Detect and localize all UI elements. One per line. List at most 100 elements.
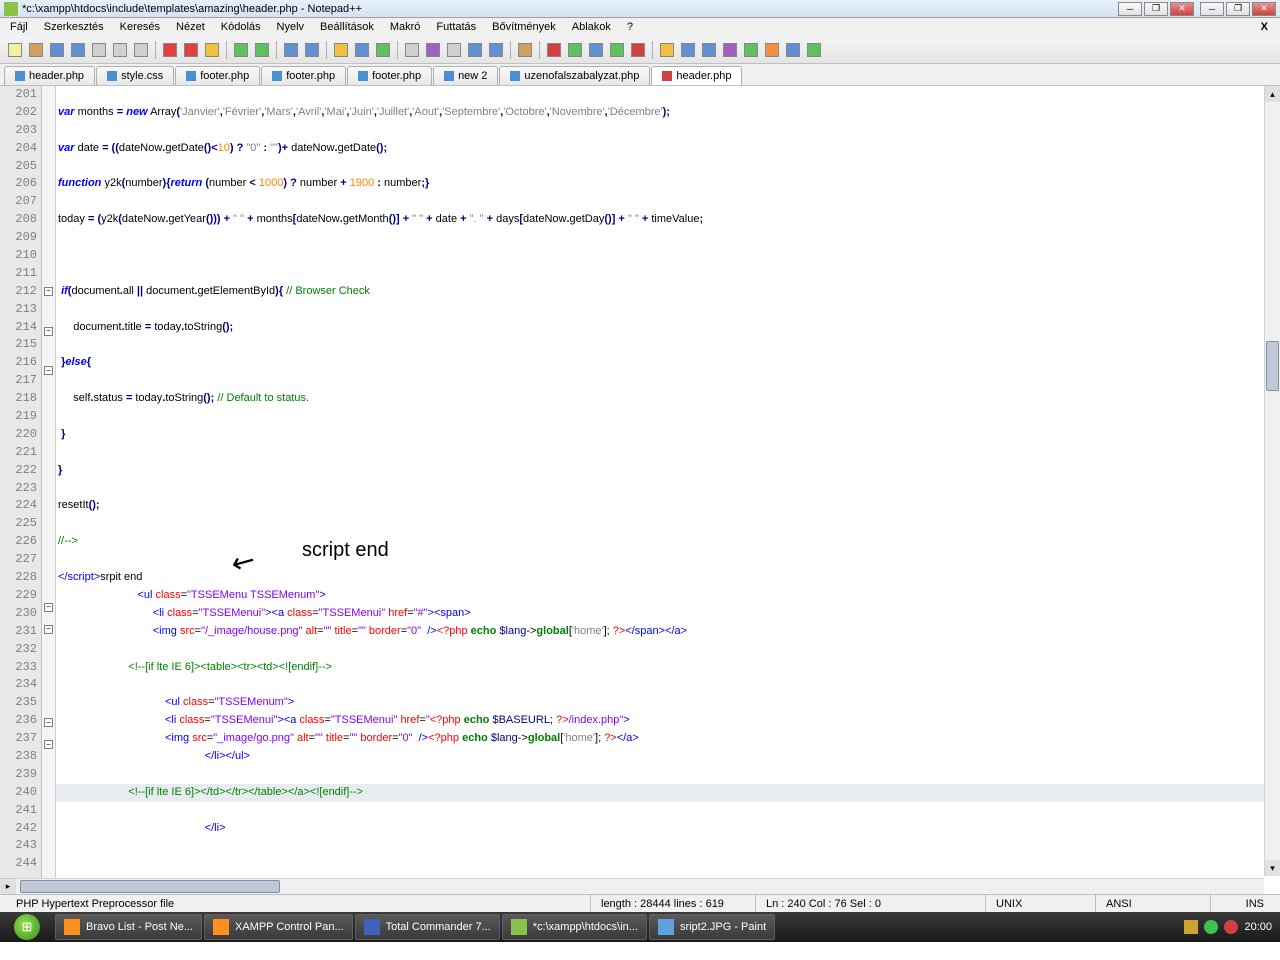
code-line[interactable]: } xyxy=(56,426,1280,444)
close-button[interactable]: ✕ xyxy=(1170,2,1194,16)
code-line[interactable] xyxy=(56,247,1280,265)
panel6-icon[interactable] xyxy=(763,41,781,59)
restore-button[interactable]: ❐ xyxy=(1144,2,1168,16)
menu-futtatás[interactable]: Futtatás xyxy=(430,19,482,35)
fold-toggle[interactable]: − xyxy=(44,625,53,634)
code-line[interactable]: }else{ xyxy=(56,354,1280,372)
tab-footer.php[interactable]: footer.php xyxy=(175,66,260,85)
copy-icon[interactable] xyxy=(182,41,200,59)
minimize-button[interactable]: ─ xyxy=(1118,2,1142,16)
vertical-scrollbar[interactable]: ▴ ▾ xyxy=(1264,86,1280,876)
menu-bővítmények[interactable]: Bővítmények xyxy=(486,19,562,35)
tab-footer.php[interactable]: footer.php xyxy=(347,66,432,85)
menu-kódolás[interactable]: Kódolás xyxy=(215,19,267,35)
scroll-right-button[interactable]: ▸ xyxy=(0,879,16,894)
code-line[interactable]: if(document.all || document.getElementBy… xyxy=(56,283,1280,301)
code-area[interactable]: script end ↙ var months = new Array('Jan… xyxy=(56,86,1280,894)
code-line[interactable]: //--> xyxy=(56,533,1280,551)
play-icon[interactable] xyxy=(566,41,584,59)
open-icon[interactable] xyxy=(27,41,45,59)
menu-close[interactable]: X xyxy=(1253,21,1276,33)
taskbar-button[interactable]: *c:\xampp\htdocs\in... xyxy=(502,914,647,940)
stop-icon[interactable] xyxy=(587,41,605,59)
scroll-thumb[interactable] xyxy=(1266,341,1279,391)
horizontal-scrollbar[interactable]: ◂ ▸ xyxy=(0,878,1264,894)
restore-button-2[interactable]: ❐ xyxy=(1226,2,1250,16)
tab-uzenofalszabalyzat.php[interactable]: uzenofalszabalyzat.php xyxy=(499,66,650,85)
foldopen-icon[interactable] xyxy=(466,41,484,59)
code-line[interactable]: var date = ((dateNow.getDate()<10) ? "0"… xyxy=(56,140,1280,158)
code-line[interactable]: document.title = today.toString(); xyxy=(56,319,1280,337)
code-line[interactable]: <!--[if lte IE 6]></td></tr></table></a>… xyxy=(56,784,1280,802)
code-line[interactable] xyxy=(56,802,1280,820)
taskbar-button[interactable]: sript2.JPG - Paint xyxy=(649,914,775,940)
code-line[interactable]: <li class="TSSEMenui"><a class="TSSEMenu… xyxy=(56,605,1280,623)
code-line[interactable]: self.status = today.toString(); // Defau… xyxy=(56,390,1280,408)
panel7-icon[interactable] xyxy=(784,41,802,59)
code-line[interactable] xyxy=(56,837,1280,855)
code-line[interactable]: resetIt(); xyxy=(56,497,1280,515)
taskbar-button[interactable]: XAMPP Control Pan... xyxy=(204,914,353,940)
new-icon[interactable] xyxy=(6,41,24,59)
panel2-icon[interactable] xyxy=(679,41,697,59)
code-line[interactable]: } xyxy=(56,462,1280,480)
code-line[interactable] xyxy=(56,676,1280,694)
fold-toggle[interactable]: − xyxy=(44,718,53,727)
tab-header.php[interactable]: header.php xyxy=(651,66,742,85)
code-line[interactable]: <li class="TSSEMenui"><a class="TSSEMenu… xyxy=(56,712,1280,730)
tab-new 2[interactable]: new 2 xyxy=(433,66,498,85)
menu-?[interactable]: ? xyxy=(621,19,639,35)
code-line[interactable] xyxy=(56,158,1280,176)
menu-szerkesztés[interactable]: Szerkesztés xyxy=(38,19,110,35)
fold-toggle[interactable]: − xyxy=(44,287,53,296)
paste-icon[interactable] xyxy=(203,41,221,59)
fold-toggle[interactable]: − xyxy=(44,327,53,336)
code-line[interactable] xyxy=(56,122,1280,140)
close-button-2[interactable]: ✕ xyxy=(1252,2,1276,16)
sync-icon[interactable] xyxy=(374,41,392,59)
fold-toggle[interactable]: − xyxy=(44,366,53,375)
code-line[interactable]: var months = new Array('Janvier','Févrie… xyxy=(56,104,1280,122)
code-line[interactable] xyxy=(56,229,1280,247)
code-line[interactable]: <ul class="TSSEMenum"> xyxy=(56,694,1280,712)
folder-icon[interactable] xyxy=(516,41,534,59)
fold-icon[interactable] xyxy=(487,41,505,59)
code-line[interactable]: function y2k(number){return (number < 10… xyxy=(56,175,1280,193)
tab-style.css[interactable]: style.css xyxy=(96,66,174,85)
menu-nézet[interactable]: Nézet xyxy=(170,19,211,35)
scroll-up-button[interactable]: ▴ xyxy=(1265,86,1280,102)
taskbar-button[interactable]: Total Commander 7... xyxy=(355,914,500,940)
code-line[interactable]: </script>srpit end xyxy=(56,569,1280,587)
rec-icon[interactable] xyxy=(545,41,563,59)
cut-icon[interactable] xyxy=(161,41,179,59)
menu-fájl[interactable]: Fájl xyxy=(4,19,34,35)
code-line[interactable] xyxy=(56,551,1280,569)
code-line[interactable]: <img src="_image/go.png" alt="" title=""… xyxy=(56,730,1280,748)
code-line[interactable] xyxy=(56,372,1280,390)
code-line[interactable]: </li></ul> xyxy=(56,748,1280,766)
start-button[interactable]: ⊞ xyxy=(0,912,54,942)
play2-icon[interactable] xyxy=(608,41,626,59)
menu-nyelv[interactable]: Nyelv xyxy=(271,19,311,35)
panel1-icon[interactable] xyxy=(658,41,676,59)
find-icon[interactable] xyxy=(282,41,300,59)
close-icon[interactable] xyxy=(90,41,108,59)
code-line[interactable]: today = (y2k(dateNow.getYear())) + " " +… xyxy=(56,211,1280,229)
save-icon[interactable] xyxy=(48,41,66,59)
code-line[interactable] xyxy=(56,408,1280,426)
panel8-icon[interactable] xyxy=(805,41,823,59)
undo-icon[interactable] xyxy=(232,41,250,59)
code-line[interactable] xyxy=(56,86,1280,104)
code-line[interactable] xyxy=(56,480,1280,498)
code-line[interactable] xyxy=(56,766,1280,784)
wrap-icon[interactable] xyxy=(403,41,421,59)
indent-icon[interactable] xyxy=(445,41,463,59)
panel4-icon[interactable] xyxy=(721,41,739,59)
code-line[interactable] xyxy=(56,444,1280,462)
panel5-icon[interactable] xyxy=(742,41,760,59)
menu-beállítások[interactable]: Beállítások xyxy=(314,19,380,35)
replace-icon[interactable] xyxy=(303,41,321,59)
hscroll-thumb[interactable] xyxy=(20,880,280,893)
tab-header.php[interactable]: header.php xyxy=(4,66,95,85)
fold-toggle[interactable]: − xyxy=(44,740,53,749)
